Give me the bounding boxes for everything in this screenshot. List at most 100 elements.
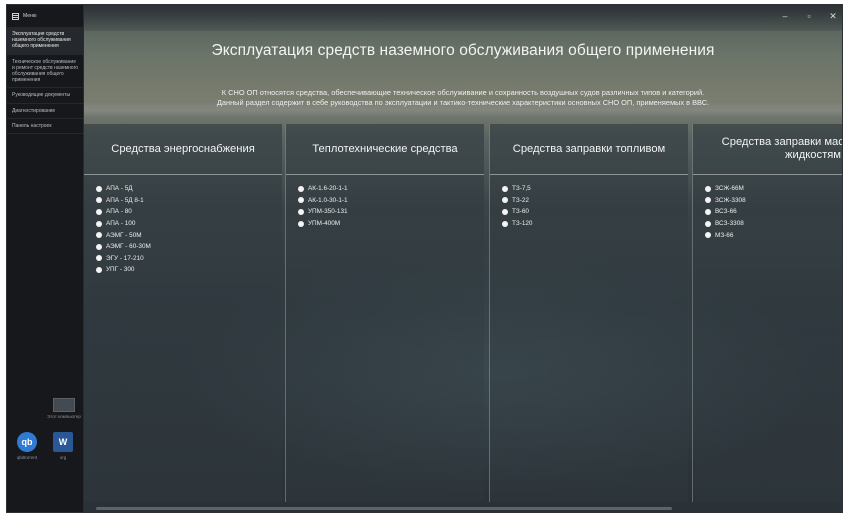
equipment-item[interactable]: АПА - 80 — [96, 206, 282, 218]
qbittorrent-icon: qb — [17, 432, 37, 452]
maximize-button[interactable]: ▫ — [804, 11, 814, 22]
sidebar-item-settings[interactable]: Панель настроек — [7, 119, 83, 135]
sidebar-item-diagnostics[interactable]: Диагностирование — [7, 104, 83, 119]
desktop-shortcut-label: org — [59, 455, 67, 460]
category-title: Средства заправки масл рабочими жидкостя… — [693, 124, 842, 175]
bullet-icon — [502, 197, 508, 204]
equipment-item[interactable]: ТЗ-22 — [502, 195, 688, 207]
bullet-icon — [705, 220, 711, 227]
category-column-energy: Средства энергоснабжения АПА - 5Д АПА - … — [84, 124, 282, 502]
equipment-label: АПА - 100 — [106, 220, 136, 228]
equipment-item[interactable]: АПА - 5Д 8-1 — [96, 195, 282, 207]
equipment-label: ВСЗ-66 — [715, 208, 737, 216]
bullet-icon — [705, 185, 711, 192]
bullet-icon — [705, 197, 711, 204]
equipment-label: ТЗ-7,5 — [512, 185, 531, 193]
sidebar-item-documents[interactable]: Руководящие документы — [7, 88, 83, 104]
sidebar-item-operation[interactable]: Эксплуатация средств наземного обслужива… — [7, 27, 83, 55]
menu-toggle[interactable]: Меню — [7, 5, 83, 27]
desktop-pc-label: Этот компьютер — [47, 414, 81, 419]
equipment-label: АЭМГ - 50М — [106, 231, 142, 239]
bullet-icon — [705, 208, 711, 215]
equipment-label: АК-1.6-20-1-1 — [308, 185, 348, 193]
equipment-item[interactable]: АК-1.0-30-1-1 — [298, 195, 484, 207]
computer-icon — [53, 398, 75, 412]
category-title: Теплотехнические средства — [286, 124, 484, 175]
bullet-icon — [96, 232, 102, 239]
bullet-icon — [96, 197, 102, 204]
bullet-icon — [298, 220, 304, 227]
category-column-oil: Средства заправки масл рабочими жидкостя… — [692, 124, 842, 502]
equipment-label: АПА - 80 — [106, 208, 132, 216]
main-content: – ▫ ✕ Эксплуатация средств наземного обс… — [84, 5, 842, 512]
bullet-icon — [298, 208, 304, 215]
equipment-label: ТЗ-120 — [512, 220, 533, 228]
word-document-icon: W — [53, 432, 73, 452]
equipment-item[interactable]: ТЗ-7,5 — [502, 183, 688, 195]
bullet-icon — [96, 208, 102, 215]
equipment-item[interactable]: ВСЗ-3308 — [705, 218, 842, 230]
menu-label: Меню — [23, 13, 37, 19]
bullet-icon — [96, 255, 102, 262]
sidebar: Меню Эксплуатация средств наземного обсл… — [7, 5, 84, 512]
equipment-item[interactable]: ТЗ-120 — [502, 218, 688, 230]
page-intro: К СНО ОП относятся средства, обеспечиваю… — [84, 88, 842, 108]
category-title: Средства энергоснабжения — [84, 124, 282, 175]
bullet-icon — [96, 266, 102, 273]
equipment-item[interactable]: ТЗ-60 — [502, 206, 688, 218]
equipment-label: ТЗ-22 — [512, 196, 529, 204]
equipment-item[interactable]: ЭГУ - 17-210 — [96, 253, 282, 265]
category-title: Средства заправки топливом — [490, 124, 688, 175]
equipment-item[interactable]: АПА - 100 — [96, 218, 282, 230]
category-column-thermal: Теплотехнические средства АК-1.6-20-1-1 … — [285, 124, 484, 502]
close-button[interactable]: ✕ — [828, 11, 838, 22]
equipment-item[interactable]: УПГ - 300 — [96, 264, 282, 276]
equipment-label: ЗСЖ-66М — [715, 185, 744, 193]
desktop-shortcut-word[interactable]: W org — [47, 432, 79, 460]
bullet-icon — [502, 185, 508, 192]
equipment-label: ТЗ-60 — [512, 208, 529, 216]
page-title: Эксплуатация средств наземного обслужива… — [211, 42, 715, 59]
desktop-shortcut-qbittorrent[interactable]: qb qbittorrent — [11, 432, 43, 460]
window-controls: – ▫ ✕ — [780, 11, 838, 22]
category-column-fuel: Средства заправки топливом ТЗ-7,5 ТЗ-22 … — [489, 124, 688, 502]
category-items: ТЗ-7,5 ТЗ-22 ТЗ-60 ТЗ-120 — [490, 175, 688, 229]
equipment-label: АК-1.0-30-1-1 — [308, 196, 348, 204]
equipment-item[interactable]: АЭМГ - 50М — [96, 229, 282, 241]
equipment-item[interactable]: ВСЗ-66 — [705, 206, 842, 218]
equipment-item[interactable]: АПА - 5Д — [96, 183, 282, 195]
bullet-icon — [96, 185, 102, 192]
category-items: ЗСЖ-66М ЗСЖ-3308 ВСЗ-66 ВСЗ-3308 МЗ-66 — [693, 175, 842, 241]
equipment-item[interactable]: ЗСЖ-66М — [705, 183, 842, 195]
equipment-label: ВСЗ-3308 — [715, 220, 744, 228]
equipment-item[interactable]: УПМ-400М — [298, 218, 484, 230]
bullet-icon — [502, 208, 508, 215]
equipment-label: ЗСЖ-3308 — [715, 196, 746, 204]
equipment-label: МЗ-66 — [715, 231, 734, 239]
app-window: Меню Эксплуатация средств наземного обсл… — [6, 4, 843, 513]
equipment-item[interactable]: ЗСЖ-3308 — [705, 195, 842, 207]
category-items: АК-1.6-20-1-1 АК-1.0-30-1-1 УПМ-350-131 … — [286, 175, 484, 229]
equipment-item[interactable]: УПМ-350-131 — [298, 206, 484, 218]
equipment-item[interactable]: АК-1.6-20-1-1 — [298, 183, 484, 195]
desktop-shortcut-label: qbittorrent — [16, 455, 38, 460]
equipment-item[interactable]: МЗ-66 — [705, 229, 842, 241]
desktop-icons: Этот компьютер qb qbittorrent W org — [9, 398, 83, 468]
equipment-label: ЭГУ - 17-210 — [106, 254, 144, 262]
desktop-pc-shortcut[interactable]: Этот компьютер — [45, 398, 83, 419]
equipment-label: УПГ - 300 — [106, 266, 135, 274]
equipment-label: АПА - 5Д — [106, 185, 133, 193]
intro-line-2: Данный раздел содержит в себе руководств… — [216, 98, 710, 107]
category-columns: Средства энергоснабжения АПА - 5Д АПА - … — [84, 124, 842, 502]
minimize-button[interactable]: – — [780, 11, 790, 22]
equipment-item[interactable]: АЭМГ - 60-30М — [96, 241, 282, 253]
horizontal-scrollbar[interactable] — [96, 507, 672, 510]
equipment-label: АПА - 5Д 8-1 — [106, 196, 144, 204]
menu-icon — [12, 12, 19, 20]
bullet-icon — [298, 185, 304, 192]
intro-line-1: К СНО ОП относятся средства, обеспечиваю… — [221, 88, 705, 97]
sidebar-item-maintenance[interactable]: Техническое обслуживание и ремонт средст… — [7, 55, 83, 89]
bullet-icon — [298, 197, 304, 204]
bullet-icon — [705, 232, 711, 239]
equipment-label: УПМ-400М — [308, 220, 341, 228]
